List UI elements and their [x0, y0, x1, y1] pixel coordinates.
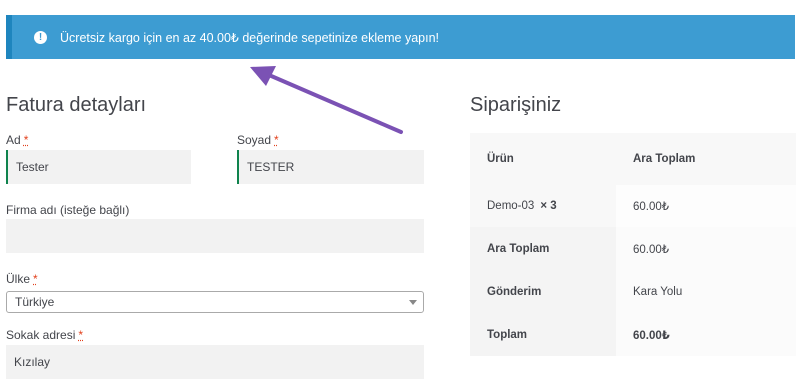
shipping-label: Gönderim: [470, 270, 616, 313]
required-mark: *: [33, 272, 38, 286]
cart-item-row: Demo-03 × 3 60.00₺: [470, 185, 796, 227]
required-mark: *: [78, 328, 84, 342]
country-label: Ülke *: [6, 272, 38, 286]
last-name-label: Soyad *: [237, 133, 279, 147]
shipping-row: Gönderim Kara Yolu: [470, 270, 796, 313]
total-label: Toplam: [470, 313, 616, 356]
subtotal-value: 60.00₺: [616, 227, 796, 270]
company-field[interactable]: [6, 219, 424, 253]
total-row: Toplam 60.00₺: [470, 313, 796, 356]
notice-message: Ücretsiz kargo için en az 40.00₺ değerin…: [60, 30, 439, 45]
total-value: 60.00₺: [616, 313, 796, 356]
order-review-table: Ürün Ara Toplam Demo-03 × 3 60.00₺ Ara T…: [470, 133, 796, 356]
billing-title: Fatura detayları: [6, 94, 147, 116]
free-shipping-notice: ! Ücretsiz kargo için en az 40.00₺ değer…: [6, 15, 795, 59]
subtotal-row: Ara Toplam 60.00₺: [470, 227, 796, 270]
table-header-row: Ürün Ara Toplam: [470, 133, 796, 185]
required-mark: *: [23, 133, 29, 147]
subtotal-column-header: Ara Toplam: [633, 153, 696, 165]
country-select[interactable]: Türkiye: [6, 291, 424, 313]
first-name-field[interactable]: Tester: [6, 150, 191, 184]
product-column-header: Ürün: [487, 153, 514, 165]
chevron-down-icon: [409, 300, 417, 305]
shipping-value: Kara Yolu: [616, 270, 796, 313]
last-name-field[interactable]: TESTER: [237, 150, 424, 184]
item-name: Demo-03: [487, 200, 535, 212]
street-label: Sokak adresi *: [6, 328, 84, 342]
order-title: Siparişiniz: [470, 94, 562, 116]
item-total: 60.00₺: [633, 201, 670, 213]
street-field[interactable]: Kızılay: [6, 345, 424, 379]
first-name-label: Ad *: [6, 133, 29, 147]
info-icon: !: [34, 30, 47, 44]
company-label: Firma adı (isteğe bağlı): [6, 203, 130, 217]
item-quantity: × 3: [540, 200, 557, 212]
required-mark: *: [274, 133, 279, 147]
subtotal-label: Ara Toplam: [470, 227, 616, 270]
